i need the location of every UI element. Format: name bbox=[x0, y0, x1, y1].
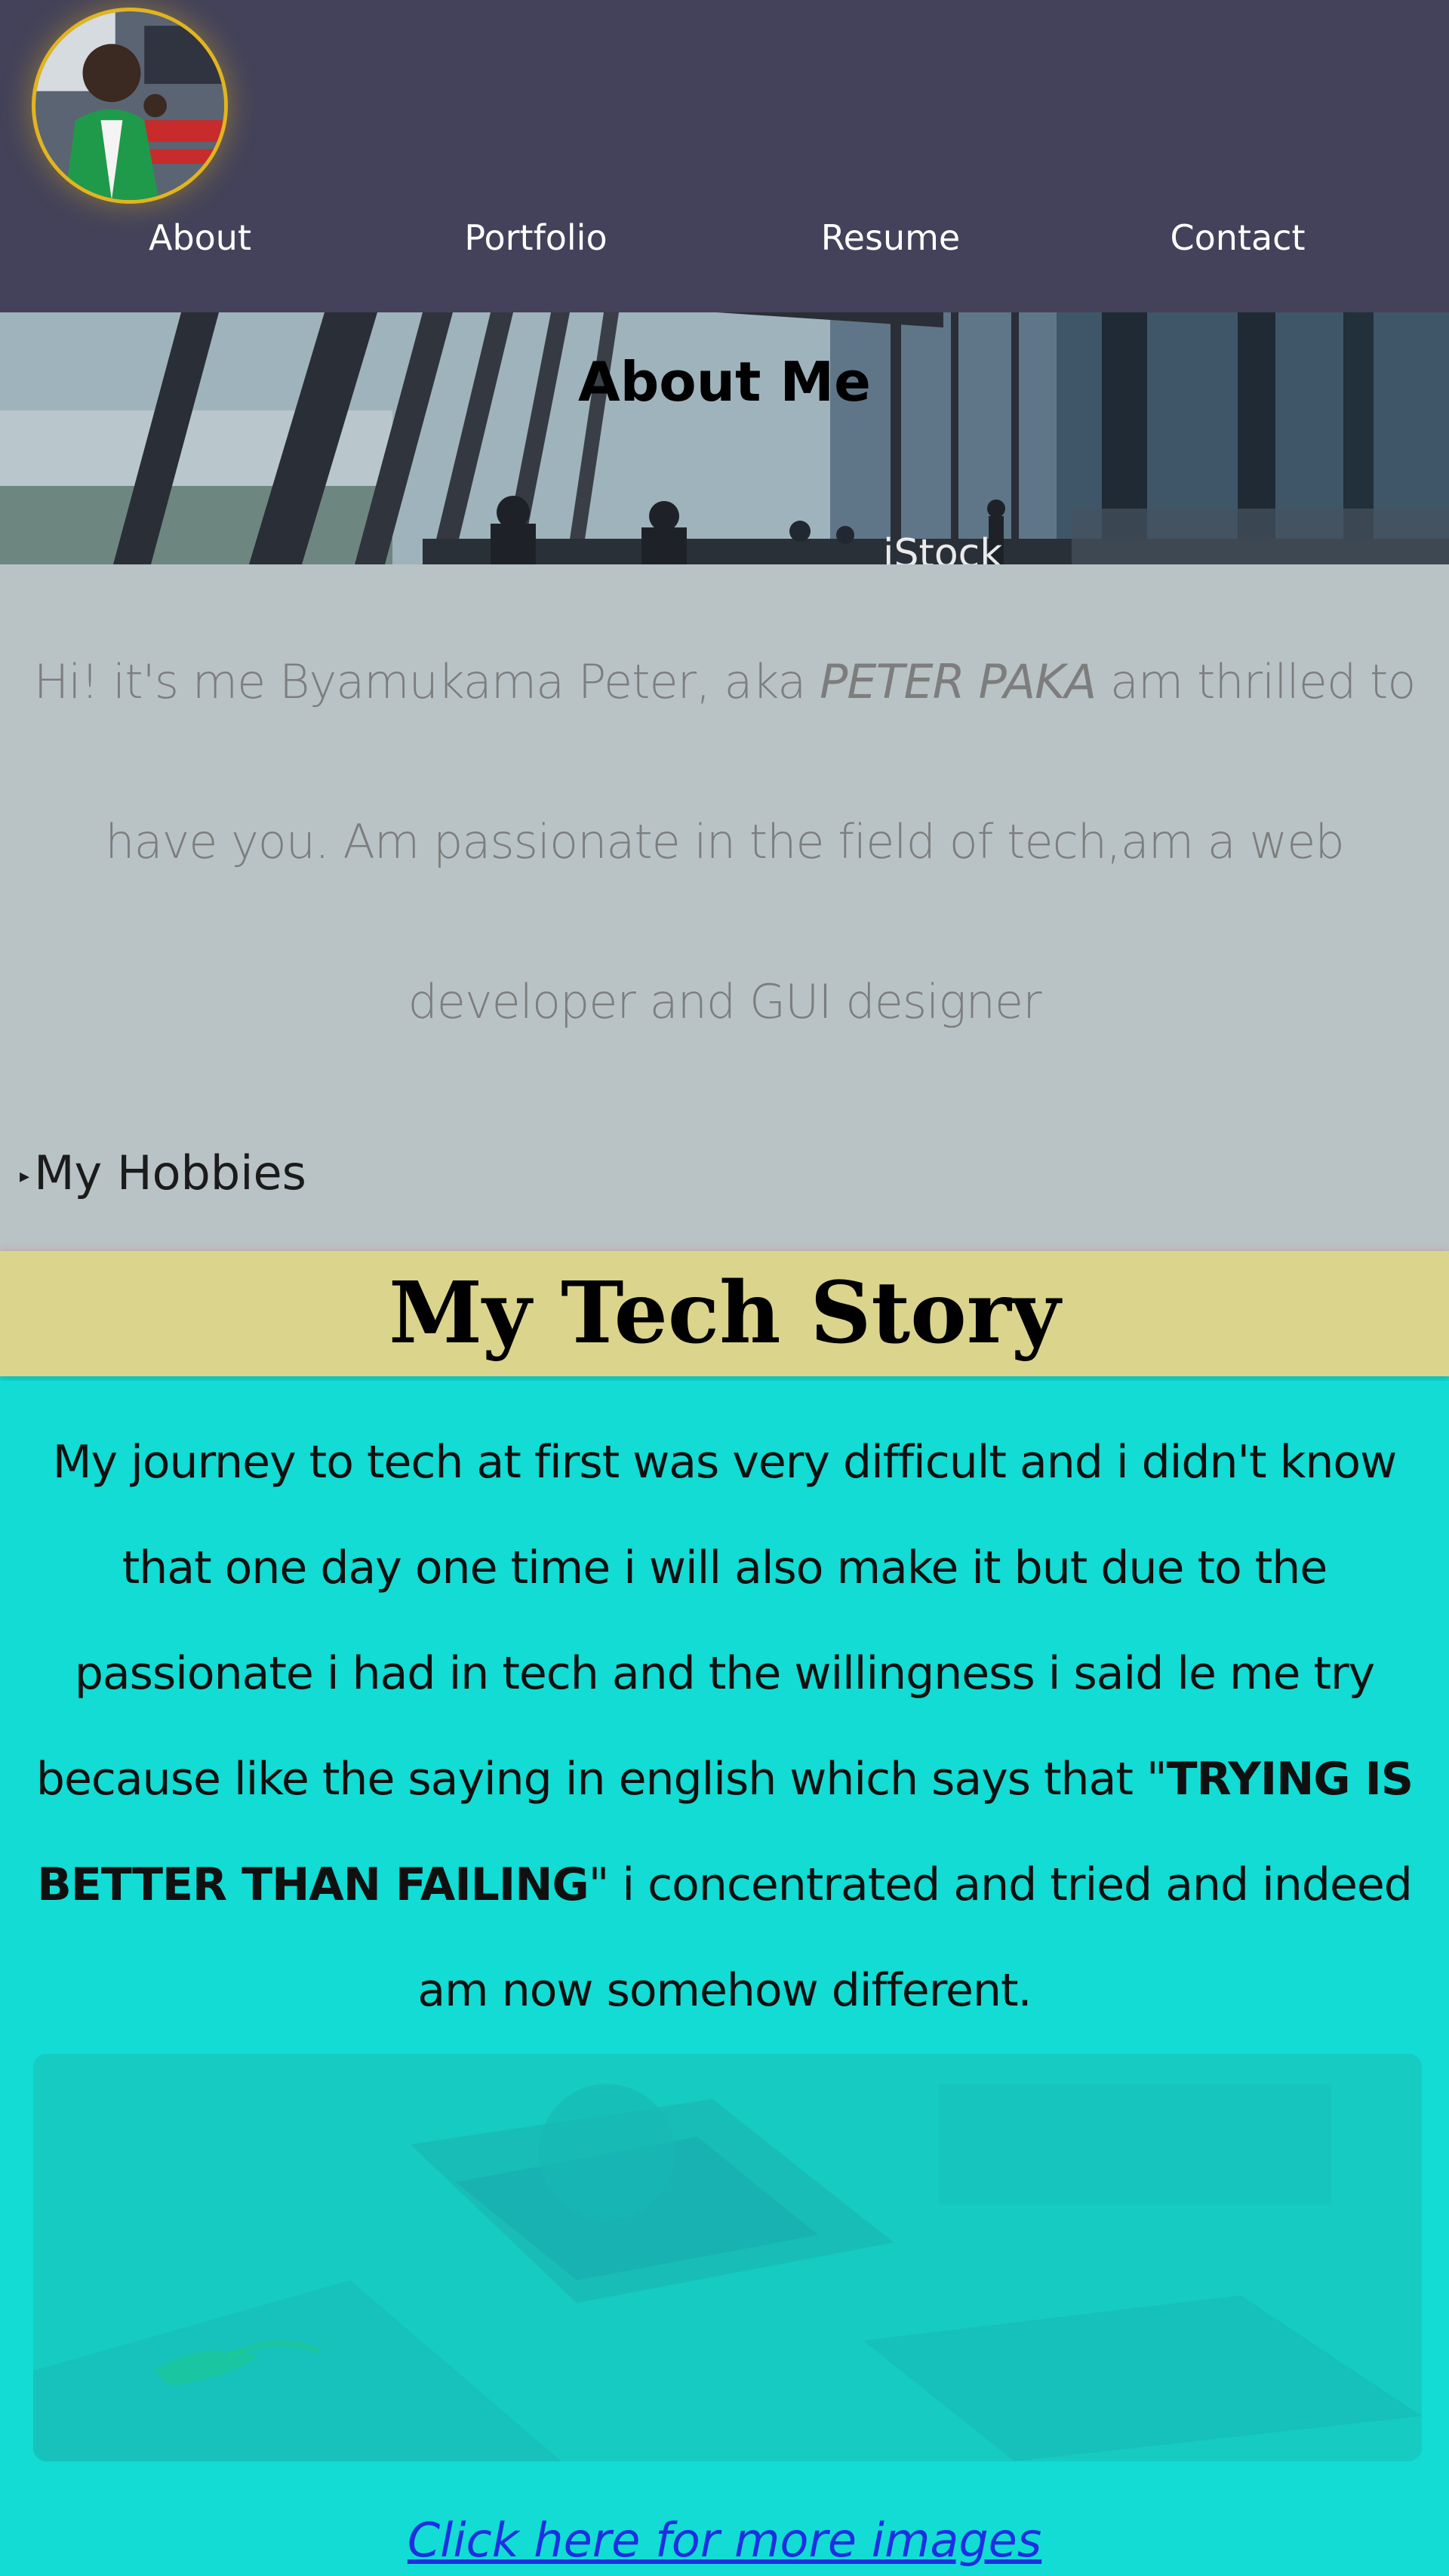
nav-link-resume[interactable]: Resume bbox=[800, 204, 981, 272]
story-text-intro: My journey to tech at first was very dif… bbox=[35, 1436, 1397, 1806]
tech-story-section: My journey to tech at first was very dif… bbox=[0, 1381, 1449, 2576]
nav-link-about[interactable]: About bbox=[113, 204, 287, 272]
tech-desk-illustration bbox=[33, 2054, 1422, 2461]
tech-story-image bbox=[33, 2054, 1422, 2461]
nav-link-contact[interactable]: Contact bbox=[1147, 204, 1328, 272]
site-header: About Portfolio Resume Contact bbox=[0, 0, 1449, 312]
page: About Portfolio Resume Contact About Me … bbox=[0, 0, 1449, 2576]
hobbies-disclosure[interactable]: ▸My Hobbies bbox=[20, 1145, 306, 1200]
about-paragraph: Hi! it's me Byamukama Peter, aka PETER P… bbox=[30, 602, 1419, 1082]
hobbies-label: My Hobbies bbox=[34, 1145, 306, 1200]
about-text-rest: am thrilled to have you. Am passionate i… bbox=[105, 654, 1416, 1029]
tech-story-header: My Tech Story bbox=[0, 1251, 1449, 1376]
nav-link-portfolio[interactable]: Portfolio bbox=[430, 204, 641, 272]
banner-title: About Me bbox=[578, 350, 871, 413]
main-nav: About Portfolio Resume Contact bbox=[0, 204, 1449, 272]
tech-story-heading: My Tech Story bbox=[389, 1264, 1060, 1363]
profile-photo-illustration bbox=[35, 11, 224, 200]
istock-watermark: iStock bbox=[883, 531, 1003, 564]
disclosure-triangle-icon: ▸ bbox=[20, 1164, 30, 1188]
about-text-intro: Hi! it's me Byamukama Peter, aka bbox=[33, 654, 820, 709]
about-banner: About Me iStock bbox=[0, 312, 1449, 564]
about-section: Hi! it's me Byamukama Peter, aka PETER P… bbox=[0, 564, 1449, 1251]
tech-story-paragraph: My journey to tech at first was very dif… bbox=[23, 1409, 1426, 2043]
about-nickname: PETER PAKA bbox=[820, 654, 1097, 709]
profile-avatar bbox=[32, 8, 228, 204]
more-images-link[interactable]: Click here for more images bbox=[0, 2513, 1449, 2568]
